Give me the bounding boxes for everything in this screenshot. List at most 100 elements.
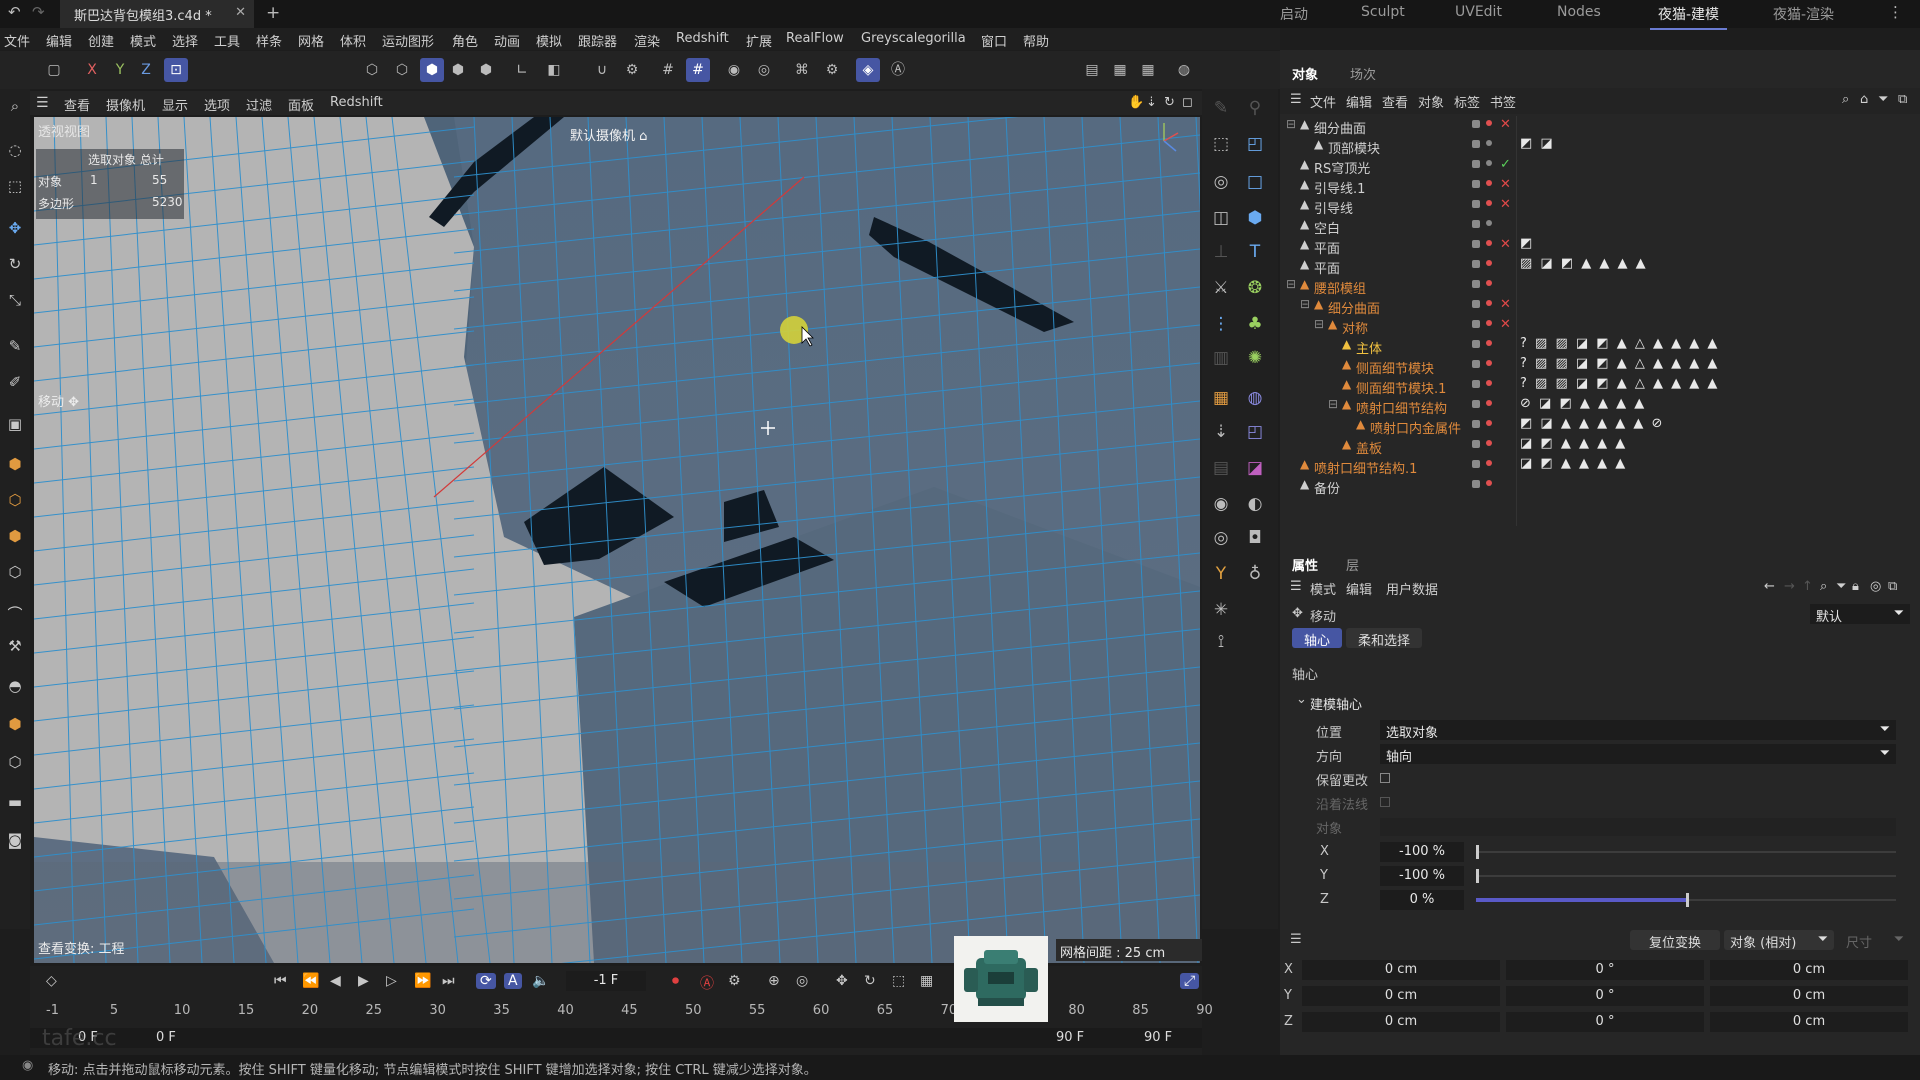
object-name[interactable]: 空白 [1314,218,1340,237]
attribute-newwindow-icon[interactable]: ⧉ [1888,579,1897,594]
viewport-menu-camera[interactable]: 摄像机 [106,95,145,114]
object-menu-view[interactable]: 查看 [1382,92,1408,111]
key-scale-icon[interactable]: ✥ [836,973,848,989]
object-tags[interactable]: ◩ ◪ [1520,136,1555,151]
layer-color-swatch[interactable] [1472,380,1480,388]
visibility-dot[interactable] [1486,200,1492,206]
drop-icon[interactable]: ⇣ [1208,419,1234,445]
points-mode-icon[interactable]: ⬡ [360,58,384,82]
attribute-menu-mode[interactable]: 模式 [1310,579,1336,598]
menu-help[interactable]: 帮助 [1023,31,1049,50]
orientation-dropdown[interactable]: 轴向 ⏷ [1380,744,1896,765]
visibility-dot[interactable] [1486,260,1492,266]
undo-icon[interactable]: ↶ [8,3,21,21]
up-arrow-icon[interactable]: ↑ [1802,579,1813,594]
tab-takes[interactable]: 场次 [1350,64,1376,83]
forward-arrow-icon[interactable]: → [1784,579,1795,594]
object-name[interactable]: 主体 [1356,338,1382,357]
layout-tab-sculpt[interactable]: Sculpt [1361,4,1405,20]
size-dropdown[interactable]: 尺寸 ⏷ [1840,930,1910,951]
deformer-icon[interactable]: ⬡ [4,753,26,775]
eye-icon[interactable]: ◎ [1208,525,1234,551]
dolly-view-icon[interactable]: ⇣ [1146,95,1157,110]
frame-range-track[interactable]: 0 F 0 F 90 F 90 F [30,1028,1202,1048]
visibility-dot[interactable] [1486,240,1492,246]
frame-icon[interactable]: ▣ [4,415,26,437]
menu-realflow[interactable]: RealFlow [786,31,844,46]
viewport-solo-icon[interactable]: ◍ [1172,58,1196,82]
object-row[interactable]: ▲ 侧面细节模块 ? ▨ ▨ ◪ ◩ ▲ △ ▲ ▲ ▲ ▲ [1280,356,1920,377]
viewport-menu-options[interactable]: 选项 [204,95,230,114]
layer-color-swatch[interactable] [1472,180,1480,188]
tab-attributes[interactable]: 属性 [1292,555,1318,574]
expand-toggle-icon[interactable]: ⊟ [1314,317,1324,331]
end-frame-b[interactable]: 90 F [1144,1030,1172,1045]
viewport-hamburger-icon[interactable]: ☰ [36,95,49,111]
object-tags[interactable]: ▨ ◪ ◩ ▲ ▲ ▲ ▲ [1520,256,1648,271]
menu-volume[interactable]: 体积 [340,31,366,50]
coord-size-field[interactable]: 0 cm [1710,960,1908,980]
object-newwindow-icon[interactable]: ⧉ [1898,92,1907,107]
lock-icon[interactable]: 🔒︎ [1852,579,1859,594]
menu-simulate[interactable]: 模拟 [536,31,562,50]
object-row[interactable]: ⊟ ▲ 对称 ✕ [1280,316,1920,337]
locked-workplane-icon[interactable]: ◈ [856,58,880,82]
object-menu-object[interactable]: 对象 [1418,92,1444,111]
layer-color-swatch[interactable] [1472,160,1480,168]
visibility-dot[interactable] [1486,180,1492,186]
bake-icon[interactable]: ▤ [1208,455,1234,481]
expand-toggle-icon[interactable]: ⊟ [1300,297,1310,311]
menu-tracker[interactable]: 跟踪器 [578,31,617,50]
object-row[interactable]: ▲ 引导线.1 ✕ [1280,176,1920,197]
start-frame-b[interactable]: 0 F [156,1030,176,1045]
object-row[interactable]: ▲ 喷射口内金属件 ◩ ◪ ▲ ▲ ▲ ▲ ▲ ⊘ [1280,416,1920,437]
polygons-mode-icon[interactable]: ⬢ [420,58,444,82]
position-dropdown[interactable]: 选取对象 ⏷ [1380,720,1896,741]
menu-mograph[interactable]: 运动图形 [382,31,434,50]
object-row[interactable]: ▲ 平面 ✕ ◩ [1280,236,1920,257]
workplane-settings-icon[interactable]: ◎ [752,58,776,82]
loop-cut-icon[interactable]: ⋮ [1208,311,1234,337]
auto-icon[interactable]: Ⓐ [886,58,910,82]
x-slider-handle[interactable] [1476,845,1479,859]
pan-view-icon[interactable]: ✋ [1128,95,1144,110]
axis-y-lock[interactable]: Y [108,58,132,82]
document-tab[interactable]: 斯巴达背包模组3.c4d * ✕ [60,0,254,28]
object-row[interactable]: ▲ 空白 [1280,216,1920,237]
object-name[interactable]: 平面 [1314,258,1340,277]
layer-color-swatch[interactable] [1472,280,1480,288]
symmetry-icon[interactable]: ⌘ [790,58,814,82]
snap-grid-icon[interactable]: # [686,58,710,82]
text-icon[interactable]: T [1242,239,1268,265]
visibility-icon[interactable]: ◉ [1208,491,1234,517]
object-row[interactable]: ⊟ ▲ 喷射口细节结构 ⊘ ◪ ◩ ▲ ▲ ▲ ▲ [1280,396,1920,417]
menu-spline[interactable]: 样条 [256,31,282,50]
along-normals-checkbox[interactable] [1380,797,1390,807]
object-status-icon[interactable]: ✕ [1500,297,1511,312]
subtab-axis[interactable]: 轴心 [1292,628,1342,649]
coord-position-field[interactable]: 0 cm [1302,960,1500,980]
object-tags[interactable]: ◩ ◪ ▲ ▲ ▲ ▲ ▲ ⊘ [1520,416,1664,431]
z-percent-field[interactable]: 0 % [1380,890,1464,910]
render-view-icon[interactable]: ▤ [1080,58,1104,82]
attribute-filter-icon[interactable]: ⏷ [1836,579,1846,594]
viewport-menu-display[interactable]: 显示 [162,95,188,114]
object-tags[interactable]: ◪ ◩ ▲ ▲ ▲ ▲ [1520,456,1627,471]
deform-icon[interactable]: ◍ [1242,385,1268,411]
object-menu-hamburger-icon[interactable]: ☰ [1290,92,1302,107]
object-status-icon[interactable]: ✓ [1500,157,1511,172]
close-tab-icon[interactable]: ✕ [235,5,246,20]
layout-tab-render[interactable]: 夜猫-渲染 [1773,4,1834,24]
snap-settings-icon[interactable]: ⚙ [620,58,644,82]
object-tags[interactable]: ◪ ◩ ▲ ▲ ▲ ▲ [1520,436,1627,451]
edges-mode-icon[interactable]: ⬡ [390,58,414,82]
visibility-dot[interactable] [1486,460,1492,466]
record-icon[interactable]: ⏺ [672,973,679,989]
timeline-expand-icon[interactable]: ⤢ [1180,973,1200,989]
object-name[interactable]: 盖板 [1356,438,1382,457]
menu-mode[interactable]: 模式 [130,31,156,50]
magnet-icon[interactable]: ∪ [590,58,614,82]
layer-color-swatch[interactable] [1472,120,1480,128]
object-row[interactable]: ⊟ ▲ 腰部模组 [1280,276,1920,297]
object-row[interactable]: ⊟ ▲ 细分曲面 ✕ [1280,116,1920,137]
